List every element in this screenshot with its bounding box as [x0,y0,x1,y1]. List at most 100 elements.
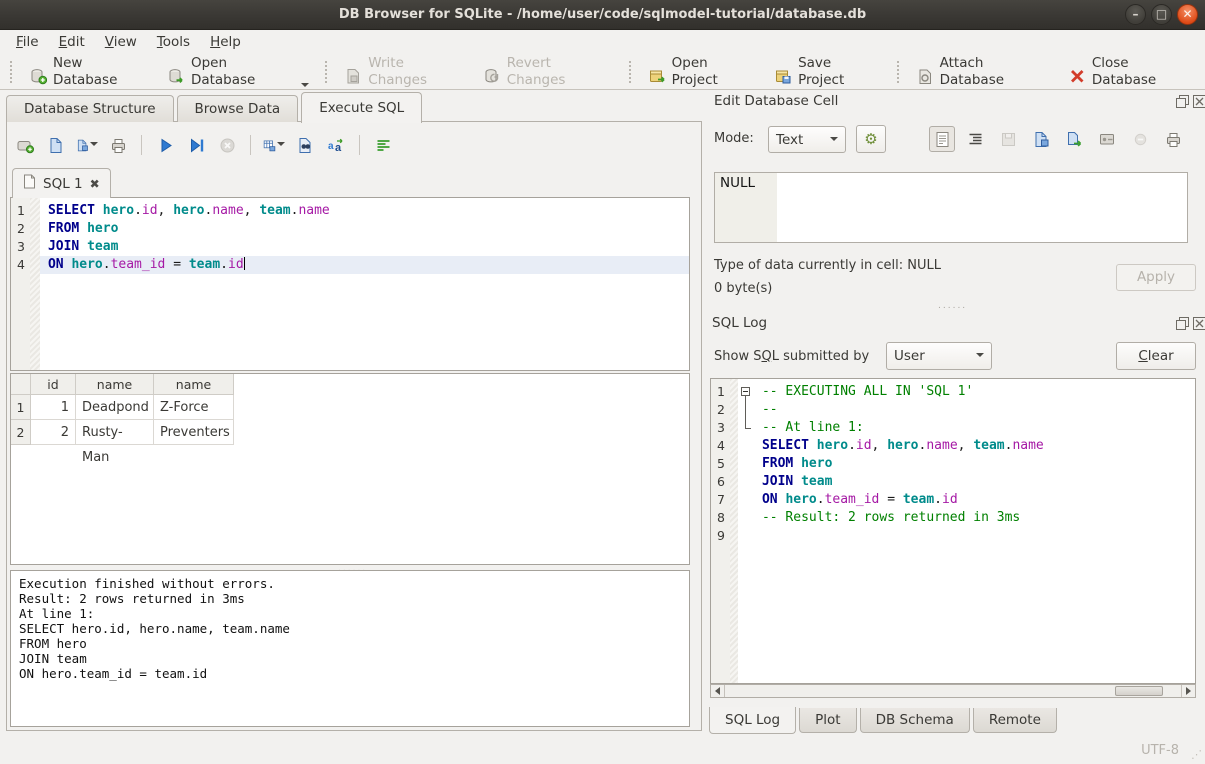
code-line [754,527,1195,545]
print-cell-icon[interactable] [1160,126,1186,152]
toolbar-separator [629,61,633,83]
toolbar-button-label: Save Project [798,55,881,89]
cell-editor-icon-bar [929,126,1186,152]
dock-tab-sql-log[interactable]: SQL Log [709,707,796,734]
code-line: SELECT hero.id, hero.name, team.name [40,202,689,220]
close-icon[interactable]: ✕ [1177,4,1198,25]
sql-editor-tab[interactable]: SQL 1 ✖ [12,168,111,198]
scrollbar-thumb[interactable] [1115,686,1163,696]
log-horizontal-scrollbar[interactable] [710,684,1196,698]
save-results-icon[interactable] [263,134,285,156]
toolbar-button-revert-changes[interactable]: Revert Changes [475,51,622,93]
toolbar-button-open-database[interactable]: Open Database [159,51,318,93]
code-line: -- At line 1: [754,419,1195,437]
stop-icon[interactable] [216,134,238,156]
format-sql-icon[interactable]: aa [325,134,347,156]
toolbar-button-save-project[interactable]: Save Project [766,51,890,93]
sql-editor[interactable]: 1234 SELECT hero.id, hero.name, team.nam… [10,197,690,371]
toolbar-separator [141,135,142,155]
table-cell[interactable]: Preventers [154,420,234,445]
close-log-panel-icon[interactable] [1192,316,1205,330]
fold-marker[interactable] [738,383,754,401]
column-header[interactable]: id [31,374,76,395]
close-tab-icon[interactable]: ✖ [90,177,100,191]
word-wrap-icon[interactable] [372,134,394,156]
minimize-icon[interactable]: – [1125,4,1146,25]
cell-value: NULL [720,175,755,191]
resize-grip[interactable]: ⋰ [1191,748,1202,761]
save-sql-file-icon[interactable] [76,134,98,156]
execute-all-icon[interactable] [154,134,176,156]
new-database-icon [30,68,47,89]
table-cell[interactable]: Z-Force [154,395,234,420]
clear-log-button[interactable]: Clear [1116,342,1196,370]
fold-marker[interactable] [738,401,754,419]
print-icon[interactable] [107,134,129,156]
execute-current-line-icon[interactable] [185,134,207,156]
open-project-icon [649,68,666,89]
line-number: 1 [11,202,30,220]
import-data-icon[interactable] [1028,126,1054,152]
code-line: FROM hero [40,220,689,238]
mode-select[interactable]: Text [768,126,846,153]
fold-marker[interactable] [738,419,754,437]
menu-item-help[interactable]: Help [200,32,251,52]
apply-format-button[interactable]: ⚙ [856,125,886,153]
menu-item-view[interactable]: View [95,32,147,52]
fold-cell [738,491,754,509]
toolbar-button-attach-database[interactable]: Attach Database [908,51,1060,93]
log-filter-select[interactable]: User [886,342,992,370]
dock-tab-plot[interactable]: Plot [799,708,856,733]
cell-value-editor[interactable]: NULL [714,172,1188,243]
open-sql-file-icon[interactable] [45,134,67,156]
dock-tab-db-schema[interactable]: DB Schema [860,708,970,733]
table-cell[interactable]: 1 [31,395,76,420]
edit-cell-title: Edit Database Cell [714,93,838,109]
remove-data-icon[interactable] [1127,126,1153,152]
toolbar-button-close-database[interactable]: Close Database [1060,51,1205,93]
toolbar-button-write-changes[interactable]: Write Changes [336,51,474,93]
dock-tab-remote[interactable]: Remote [973,708,1057,733]
menu-item-file[interactable]: File [6,32,49,52]
tab-execute-sql[interactable]: Execute SQL [301,92,422,123]
toolbar-button-label: Open Project [672,55,757,89]
table-cell[interactable]: 2 [31,420,76,445]
line-number: 3 [711,419,730,437]
find-replace-icon[interactable] [294,134,316,156]
close-panel-icon[interactable] [1192,94,1205,108]
results-table: idnamename11DeadpondZ-Force22Rusty-ManPr… [10,373,690,565]
float-log-panel-icon[interactable] [1175,316,1189,330]
line-number: 2 [711,401,730,419]
open-external-icon[interactable] [1094,126,1120,152]
chevron-down-icon [301,83,309,87]
sql-log-view: 123456789 -- EXECUTING ALL IN 'SQL 1'---… [710,378,1196,684]
toolbar-button-new-database[interactable]: New Database [21,51,159,93]
float-panel-icon[interactable] [1175,94,1189,108]
row-header[interactable]: 1 [11,395,31,420]
text-view-icon[interactable] [929,126,955,152]
tab-browse-data[interactable]: Browse Data [177,95,299,122]
table-cell[interactable]: Deadpond [76,395,154,420]
column-header[interactable]: name [76,374,154,395]
menu-item-tools[interactable]: Tools [147,32,200,52]
toolbar-handle [10,61,14,83]
new-sql-tab-icon[interactable] [14,134,36,156]
save-cell-icon[interactable] [995,126,1021,152]
code-line: FROM hero [754,455,1195,473]
tab-database-structure[interactable]: Database Structure [6,95,174,122]
maximize-icon[interactable]: □ [1151,4,1172,25]
scroll-right-icon[interactable] [1181,685,1195,697]
splitter-handle-right[interactable]: ...... [938,303,967,309]
indent-icon[interactable] [962,126,988,152]
row-header[interactable]: 2 [11,420,31,445]
column-header[interactable]: name [154,374,234,395]
editor-code-area[interactable]: SELECT hero.id, hero.name, team.nameFROM… [40,198,689,370]
toolbar-button-open-project[interactable]: Open Project [640,51,766,93]
menu-item-edit[interactable]: Edit [49,32,95,52]
export-data-icon[interactable] [1061,126,1087,152]
main-tab-bar: Database StructureBrowse DataExecute SQL [6,92,425,123]
scroll-left-icon[interactable] [711,685,725,697]
apply-button[interactable]: Apply [1116,264,1196,291]
table-cell[interactable]: Rusty-Man [76,420,154,445]
line-number: 2 [11,220,30,238]
